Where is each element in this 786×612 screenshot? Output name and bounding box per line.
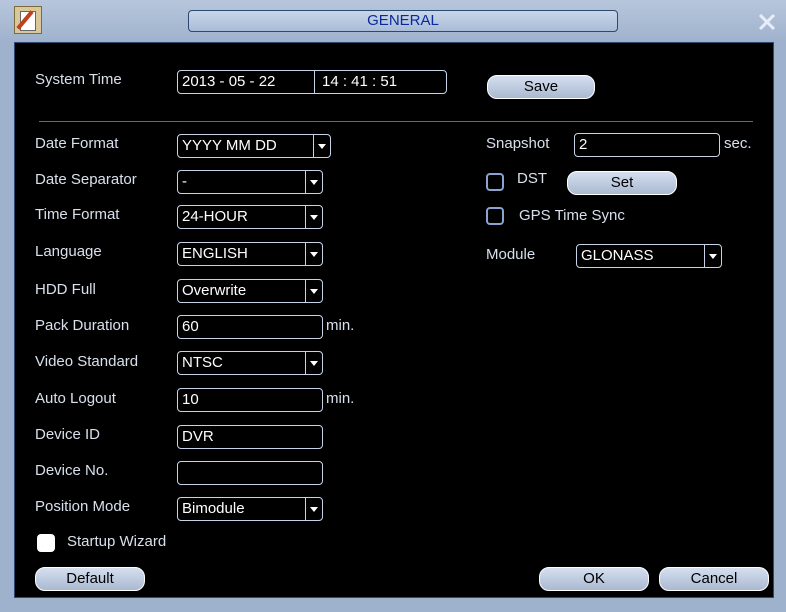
settings-sheet-icon xyxy=(14,6,42,34)
time-format-select[interactable]: 24-HOUR xyxy=(177,205,323,229)
chevron-down-icon[interactable] xyxy=(305,206,322,228)
date-separator-label: Date Separator xyxy=(35,171,137,188)
language-value: ENGLISH xyxy=(182,245,248,262)
cancel-button[interactable]: Cancel xyxy=(659,567,769,591)
gps-time-sync-checkbox[interactable] xyxy=(486,207,504,225)
video-standard-value: NTSC xyxy=(182,354,223,371)
auto-logout-unit: min. xyxy=(326,390,355,407)
chevron-down-icon[interactable] xyxy=(305,171,322,193)
startup-wizard-label: Startup Wizard xyxy=(67,533,167,550)
chevron-down-icon[interactable] xyxy=(313,135,330,157)
chevron-down-icon[interactable] xyxy=(305,498,322,520)
chevron-down-icon[interactable] xyxy=(704,245,721,267)
chevron-down-icon[interactable] xyxy=(305,352,322,374)
pack-duration-input[interactable]: 60 xyxy=(177,315,323,339)
video-standard-label: Video Standard xyxy=(35,353,139,370)
startup-wizard-checkbox[interactable] xyxy=(37,534,55,552)
date-format-select[interactable]: YYYY MM DD xyxy=(177,134,331,158)
hdd-full-select[interactable]: Overwrite xyxy=(177,279,323,303)
pack-duration-unit: min. xyxy=(326,317,355,334)
section-divider xyxy=(39,121,753,122)
dialog-title: GENERAL xyxy=(188,10,618,32)
system-time-value[interactable]: 14 : 41 : 51 xyxy=(322,71,397,93)
time-format-label: Time Format xyxy=(35,206,120,223)
position-mode-select[interactable]: Bimodule xyxy=(177,497,323,521)
module-value: GLONASS xyxy=(581,247,654,264)
chevron-down-icon[interactable] xyxy=(305,243,322,265)
save-button[interactable]: Save xyxy=(487,75,595,99)
device-no-label: Device No. xyxy=(35,462,109,479)
time-format-value: 24-HOUR xyxy=(182,208,248,225)
default-button[interactable]: Default xyxy=(35,567,145,591)
module-label: Module xyxy=(486,246,536,263)
close-icon[interactable] xyxy=(758,13,776,31)
position-mode-label: Position Mode xyxy=(35,498,131,515)
gps-time-sync-label: GPS Time Sync xyxy=(519,207,625,224)
dst-label: DST xyxy=(517,170,547,187)
device-id-label: Device ID xyxy=(35,426,101,443)
ok-button[interactable]: OK xyxy=(539,567,649,591)
auto-logout-input[interactable]: 10 xyxy=(177,388,323,412)
device-id-input[interactable]: DVR xyxy=(177,425,323,449)
datetime-divider xyxy=(314,71,315,93)
hdd-full-label: HDD Full xyxy=(35,281,96,298)
date-separator-value: - xyxy=(182,173,187,190)
settings-panel: System Time 2013 - 05 - 22 14 : 41 : 51 … xyxy=(14,42,774,598)
system-time-field[interactable]: 2013 - 05 - 22 14 : 41 : 51 xyxy=(177,70,447,94)
position-mode-value: Bimodule xyxy=(182,500,245,517)
dst-checkbox[interactable] xyxy=(486,173,504,191)
general-dialog: GENERAL System Time 2013 - 05 - 22 14 : … xyxy=(0,0,786,612)
dst-set-button[interactable]: Set xyxy=(567,171,677,195)
pack-duration-label: Pack Duration xyxy=(35,317,130,334)
device-no-input[interactable] xyxy=(177,461,323,485)
system-time-label: System Time xyxy=(35,71,122,88)
snapshot-unit: sec. xyxy=(724,135,752,152)
auto-logout-label: Auto Logout xyxy=(35,390,116,407)
hdd-full-value: Overwrite xyxy=(182,282,247,299)
date-format-label: Date Format xyxy=(35,135,119,152)
module-select[interactable]: GLONASS xyxy=(576,244,722,268)
language-select[interactable]: ENGLISH xyxy=(177,242,323,266)
snapshot-input[interactable]: 2 xyxy=(574,133,720,157)
date-format-value: YYYY MM DD xyxy=(182,137,277,154)
language-label: Language xyxy=(35,243,102,260)
chevron-down-icon[interactable] xyxy=(305,280,322,302)
date-separator-select[interactable]: - xyxy=(177,170,323,194)
system-date-value[interactable]: 2013 - 05 - 22 xyxy=(182,71,275,93)
title-bar: GENERAL xyxy=(0,0,786,42)
video-standard-select[interactable]: NTSC xyxy=(177,351,323,375)
snapshot-label: Snapshot xyxy=(486,135,550,152)
